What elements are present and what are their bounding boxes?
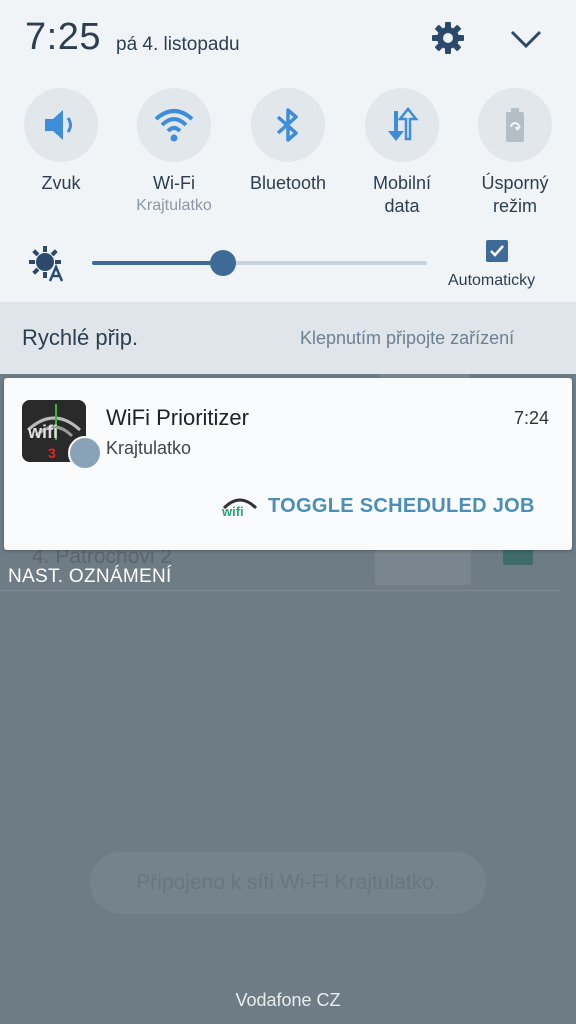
tile-label: Úsporný — [481, 173, 549, 193]
notification-time: 7:24 — [514, 408, 550, 428]
auto-brightness-icon — [29, 246, 64, 282]
notification-title: WiFi Prioritizer — [106, 405, 249, 430]
bluetooth-icon — [276, 108, 298, 142]
chevron-down-icon[interactable] — [508, 24, 544, 54]
svg-text:3: 3 — [48, 445, 56, 461]
brightness-slider[interactable] — [92, 250, 427, 276]
tile-label-line2: režim — [493, 196, 537, 216]
svg-text:wifi: wifi — [221, 504, 244, 519]
quick-connect-title: Rychlé přip. — [22, 325, 139, 350]
tile-sound[interactable]: Zvuk — [6, 88, 116, 195]
wifi-prioritizer-small-icon: wifi — [221, 498, 258, 519]
checkmark-icon — [490, 245, 504, 257]
tile-sublabel: Krajtulatko — [136, 197, 212, 214]
tile-bluetooth[interactable]: Bluetooth — [233, 88, 343, 195]
auto-brightness-checkbox[interactable] — [486, 240, 508, 262]
tile-wifi[interactable]: Wi-Fi Krajtulatko — [119, 88, 229, 217]
tile-label: Mobilní — [372, 173, 432, 193]
notification-settings-link[interactable]: NAST. OZNÁMENÍ — [8, 566, 172, 588]
brightness-slider-thumb[interactable] — [210, 250, 236, 276]
clock-time: 7:25 — [25, 16, 101, 58]
notification-card[interactable]: wifi 3 WiFi Prioritizer 7:24 Krajtulatko… — [4, 378, 572, 550]
quick-connect-hint: Klepnutím připojte zařízení — [300, 328, 515, 348]
tile-label: Bluetooth — [249, 173, 327, 193]
mobile-data-icon — [388, 106, 419, 141]
notification-text: Krajtulatko — [106, 438, 192, 458]
tile-power-saving[interactable]: Úsporný režim — [460, 88, 570, 218]
clock-date[interactable]: pá 4. listopadu — [116, 34, 240, 56]
action-label: TOGGLE SCHEDULED JOB — [268, 494, 535, 517]
tile-label-line2: data — [384, 196, 420, 216]
background-toast: Připojeno k síti Wi-Fi Krajtulatko. — [90, 852, 486, 914]
app-badge-icon — [68, 436, 102, 470]
gear-icon[interactable] — [430, 20, 466, 56]
auto-brightness-label: Automaticky — [448, 272, 536, 289]
tile-label: Zvuk — [41, 173, 81, 193]
tile-label: Wi-Fi — [153, 173, 195, 193]
toggle-scheduled-job-button[interactable]: wifi TOGGLE SCHEDULED JOB — [220, 486, 535, 526]
carrier-label: Vodafone CZ — [235, 990, 341, 1010]
svg-text:wifi: wifi — [27, 422, 58, 442]
tile-mobile-data[interactable]: Mobilní data — [347, 88, 457, 218]
speaker-icon — [45, 110, 72, 140]
battery-saver-icon — [506, 108, 524, 142]
background-grid-icon — [375, 545, 471, 585]
wifi-icon — [154, 109, 194, 142]
brightness-slider-fill — [92, 261, 223, 265]
